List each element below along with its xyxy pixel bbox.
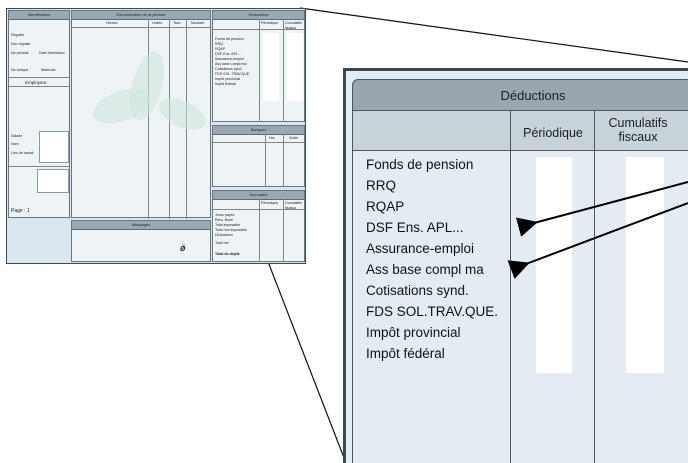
arrow-to-dsf — [515, 181, 688, 237]
pointer-arrows — [507, 181, 688, 279]
arrow-to-ass-base — [507, 202, 688, 279]
